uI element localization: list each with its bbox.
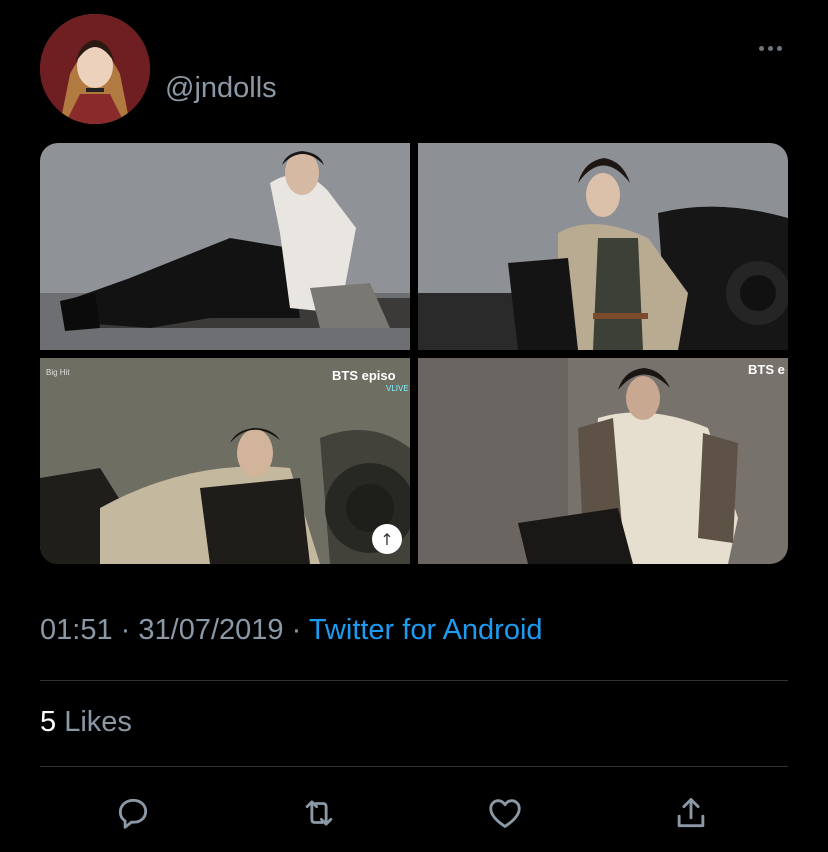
user-handle[interactable]: @jndolls	[165, 72, 277, 105]
bts-episode-watermark: BTS episo	[332, 368, 396, 383]
more-dot	[758, 45, 764, 51]
bighit-watermark: Big Hit	[46, 368, 70, 377]
vlive-badge: VLIVE	[386, 384, 409, 393]
divider	[40, 680, 788, 681]
bts-episode-watermark: BTS e	[748, 362, 785, 377]
separator: ·	[291, 614, 302, 646]
tweet-time: 01:51	[40, 614, 113, 646]
avatar[interactable]	[40, 14, 150, 124]
separator: ·	[120, 614, 131, 646]
media-photo-4[interactable]: BTS e	[418, 358, 788, 564]
share-icon[interactable]	[668, 790, 714, 836]
likes-label: Likes	[64, 706, 132, 738]
media-photo-2[interactable]	[418, 143, 788, 350]
tweet-source-link[interactable]: Twitter for Android	[309, 614, 543, 646]
divider	[40, 766, 788, 767]
media-grid: Big Hit BTS episo VLIVE ↑ BTS e	[40, 143, 788, 564]
retweet-icon[interactable]	[296, 790, 342, 836]
more-dot	[767, 45, 773, 51]
like-icon[interactable]	[482, 790, 528, 836]
up-arrow-icon[interactable]: ↑	[372, 524, 402, 554]
likes-count: 5	[40, 706, 57, 738]
media-photo-3[interactable]: Big Hit BTS episo VLIVE ↑	[40, 358, 410, 564]
more-icon[interactable]	[752, 36, 788, 60]
tweet-date: 31/07/2019	[138, 614, 284, 646]
tweet-meta: 01:51 · 31/07/2019 · Twitter for Android	[40, 614, 543, 647]
media-photo-1[interactable]	[40, 143, 410, 350]
action-bar	[0, 790, 828, 836]
likes-stat[interactable]: 5 Likes	[40, 706, 132, 739]
more-dot	[776, 45, 782, 51]
reply-icon[interactable]	[110, 790, 156, 836]
